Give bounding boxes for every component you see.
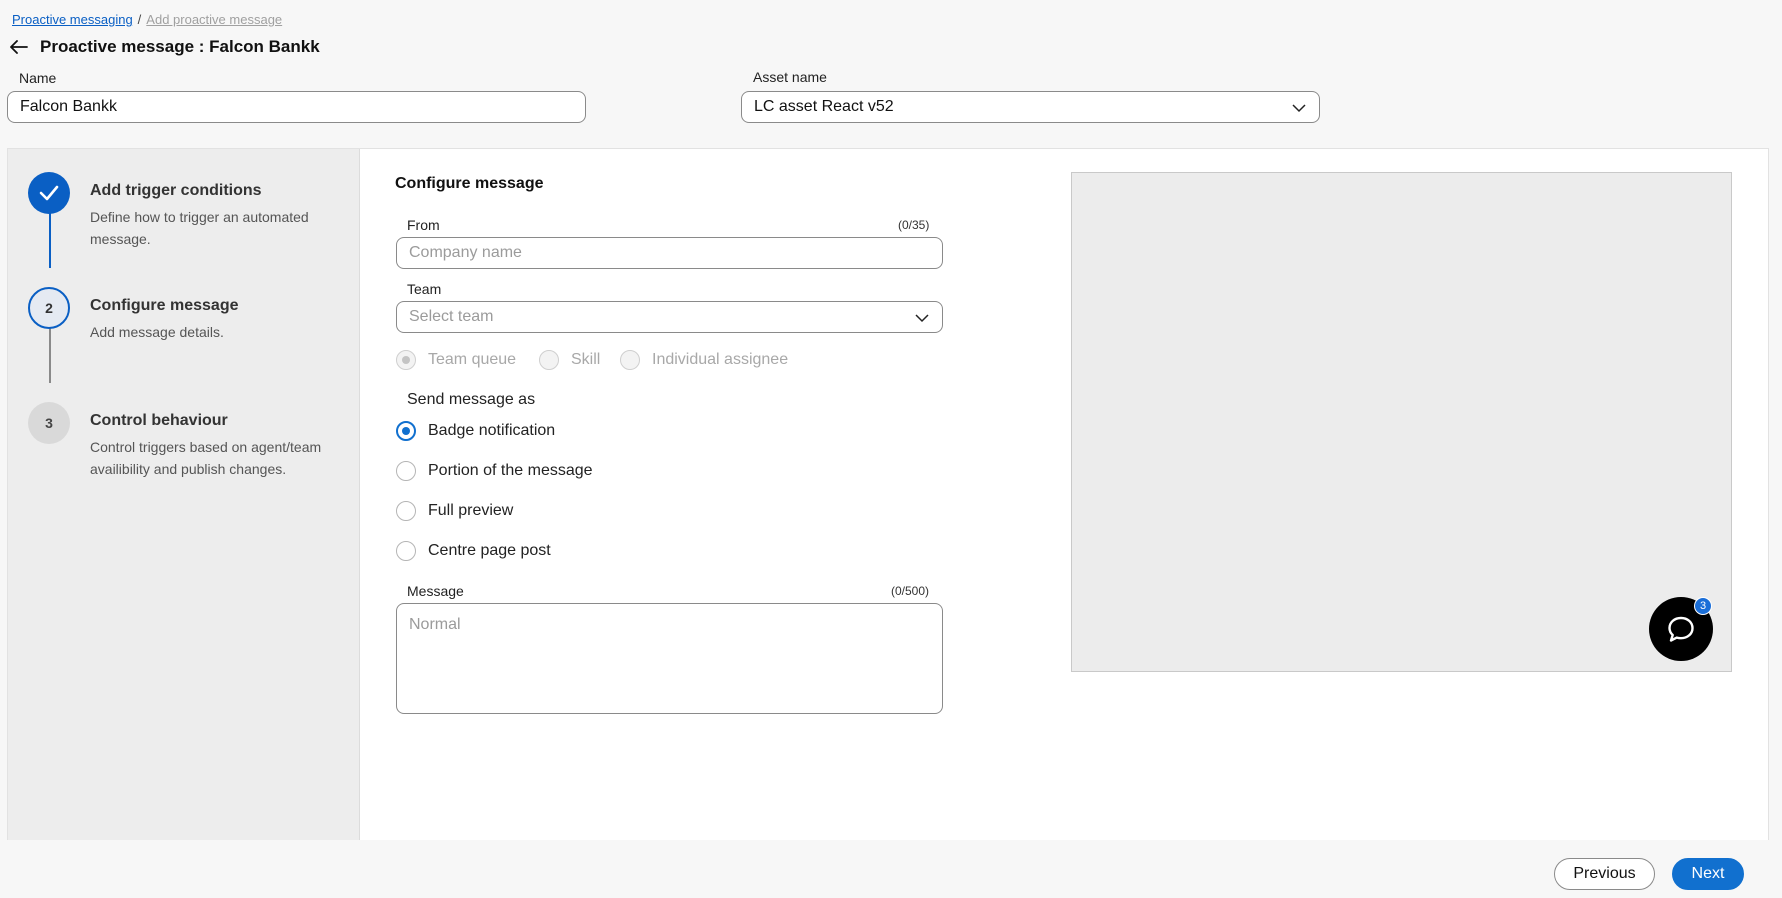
radio-label: Individual assignee [652,351,789,368]
radio-label: Portion of the message [428,462,593,479]
radio-button [620,350,640,370]
previous-button[interactable]: Previous [1554,858,1655,890]
message-textarea[interactable]: Normal [396,603,943,714]
radio-portion-of-message[interactable]: Portion of the message [396,461,593,481]
name-input[interactable]: Falcon Bankk [7,91,586,123]
radio-skill[interactable]: Skill [539,350,600,370]
breadcrumb-link-proactive-messaging[interactable]: Proactive messaging [12,12,133,27]
team-label: Team [407,281,442,297]
radio-button [396,501,416,521]
step-connector-2 [49,326,51,383]
radio-label: Team queue [428,351,517,368]
team-select[interactable]: Select team [396,301,943,333]
step-title: Add trigger conditions [90,182,262,199]
radio-label: Skill [571,351,601,368]
radio-button [396,461,416,481]
step-title: Control behaviour [90,412,228,429]
radio-centre-page-post[interactable]: Centre page post [396,541,551,561]
message-label: Message [407,583,464,599]
title-row: Proactive message : Falcon Bankk [8,36,320,58]
step-description: Define how to trigger an automated messa… [90,209,309,247]
breadcrumb: Proactive messaging / Add proactive messag… [12,12,282,27]
chevron-down-icon [1292,104,1306,113]
step-title: Configure message [90,297,239,314]
chat-unread-badge: 3 [1694,597,1712,615]
step-complete-check-icon [28,172,70,214]
message-textarea-placeholder: Normal [409,616,461,633]
name-label: Name [19,70,57,86]
from-input-placeholder: Company name [409,244,522,261]
breadcrumb-separator: / [137,12,142,27]
stepper: Add trigger conditions Define how to tri… [8,149,360,840]
message-char-counter: (0/500) [891,584,930,598]
radio-button [396,421,416,441]
from-char-counter: (0/35) [898,218,930,232]
page-title: Proactive message : Falcon Bankk [40,37,320,56]
asset-name-select[interactable]: LC asset React v52 [741,91,1320,123]
from-input[interactable]: Company name [396,237,943,269]
radio-full-preview[interactable]: Full preview [396,501,513,521]
name-input-value: Falcon Bankk [20,98,117,115]
step-number: 3 [28,402,70,444]
radio-badge-notification[interactable]: Badge notification [396,421,555,441]
back-arrow-icon[interactable] [8,36,30,58]
step-number: 2 [28,287,70,329]
chevron-down-icon [915,314,929,323]
team-select-placeholder: Select team [409,308,494,325]
radio-button [396,350,416,370]
chat-bubble-icon [1668,616,1694,642]
radio-individual-assignee[interactable]: Individual assignee [620,350,788,370]
radio-label: Full preview [428,502,514,519]
step-connector-1 [49,211,51,268]
radio-label: Centre page post [428,542,551,559]
step-description: Add message details. [90,324,224,340]
breadcrumb-current: Add proactive message [146,12,283,27]
section-title: Configure message [395,175,544,192]
next-button[interactable]: Next [1672,858,1744,890]
asset-name-value: LC asset React v52 [754,98,894,115]
asset-name-label: Asset name [753,69,827,85]
radio-team-queue[interactable]: Team queue [396,350,516,370]
message-preview-pane [1071,172,1732,672]
radio-button [396,541,416,561]
radio-button [539,350,559,370]
radio-label: Badge notification [428,422,556,439]
send-message-as-label: Send message as [407,391,536,408]
from-label: From [407,217,440,233]
step-description: Control triggers based on agent/team ava… [90,439,322,477]
